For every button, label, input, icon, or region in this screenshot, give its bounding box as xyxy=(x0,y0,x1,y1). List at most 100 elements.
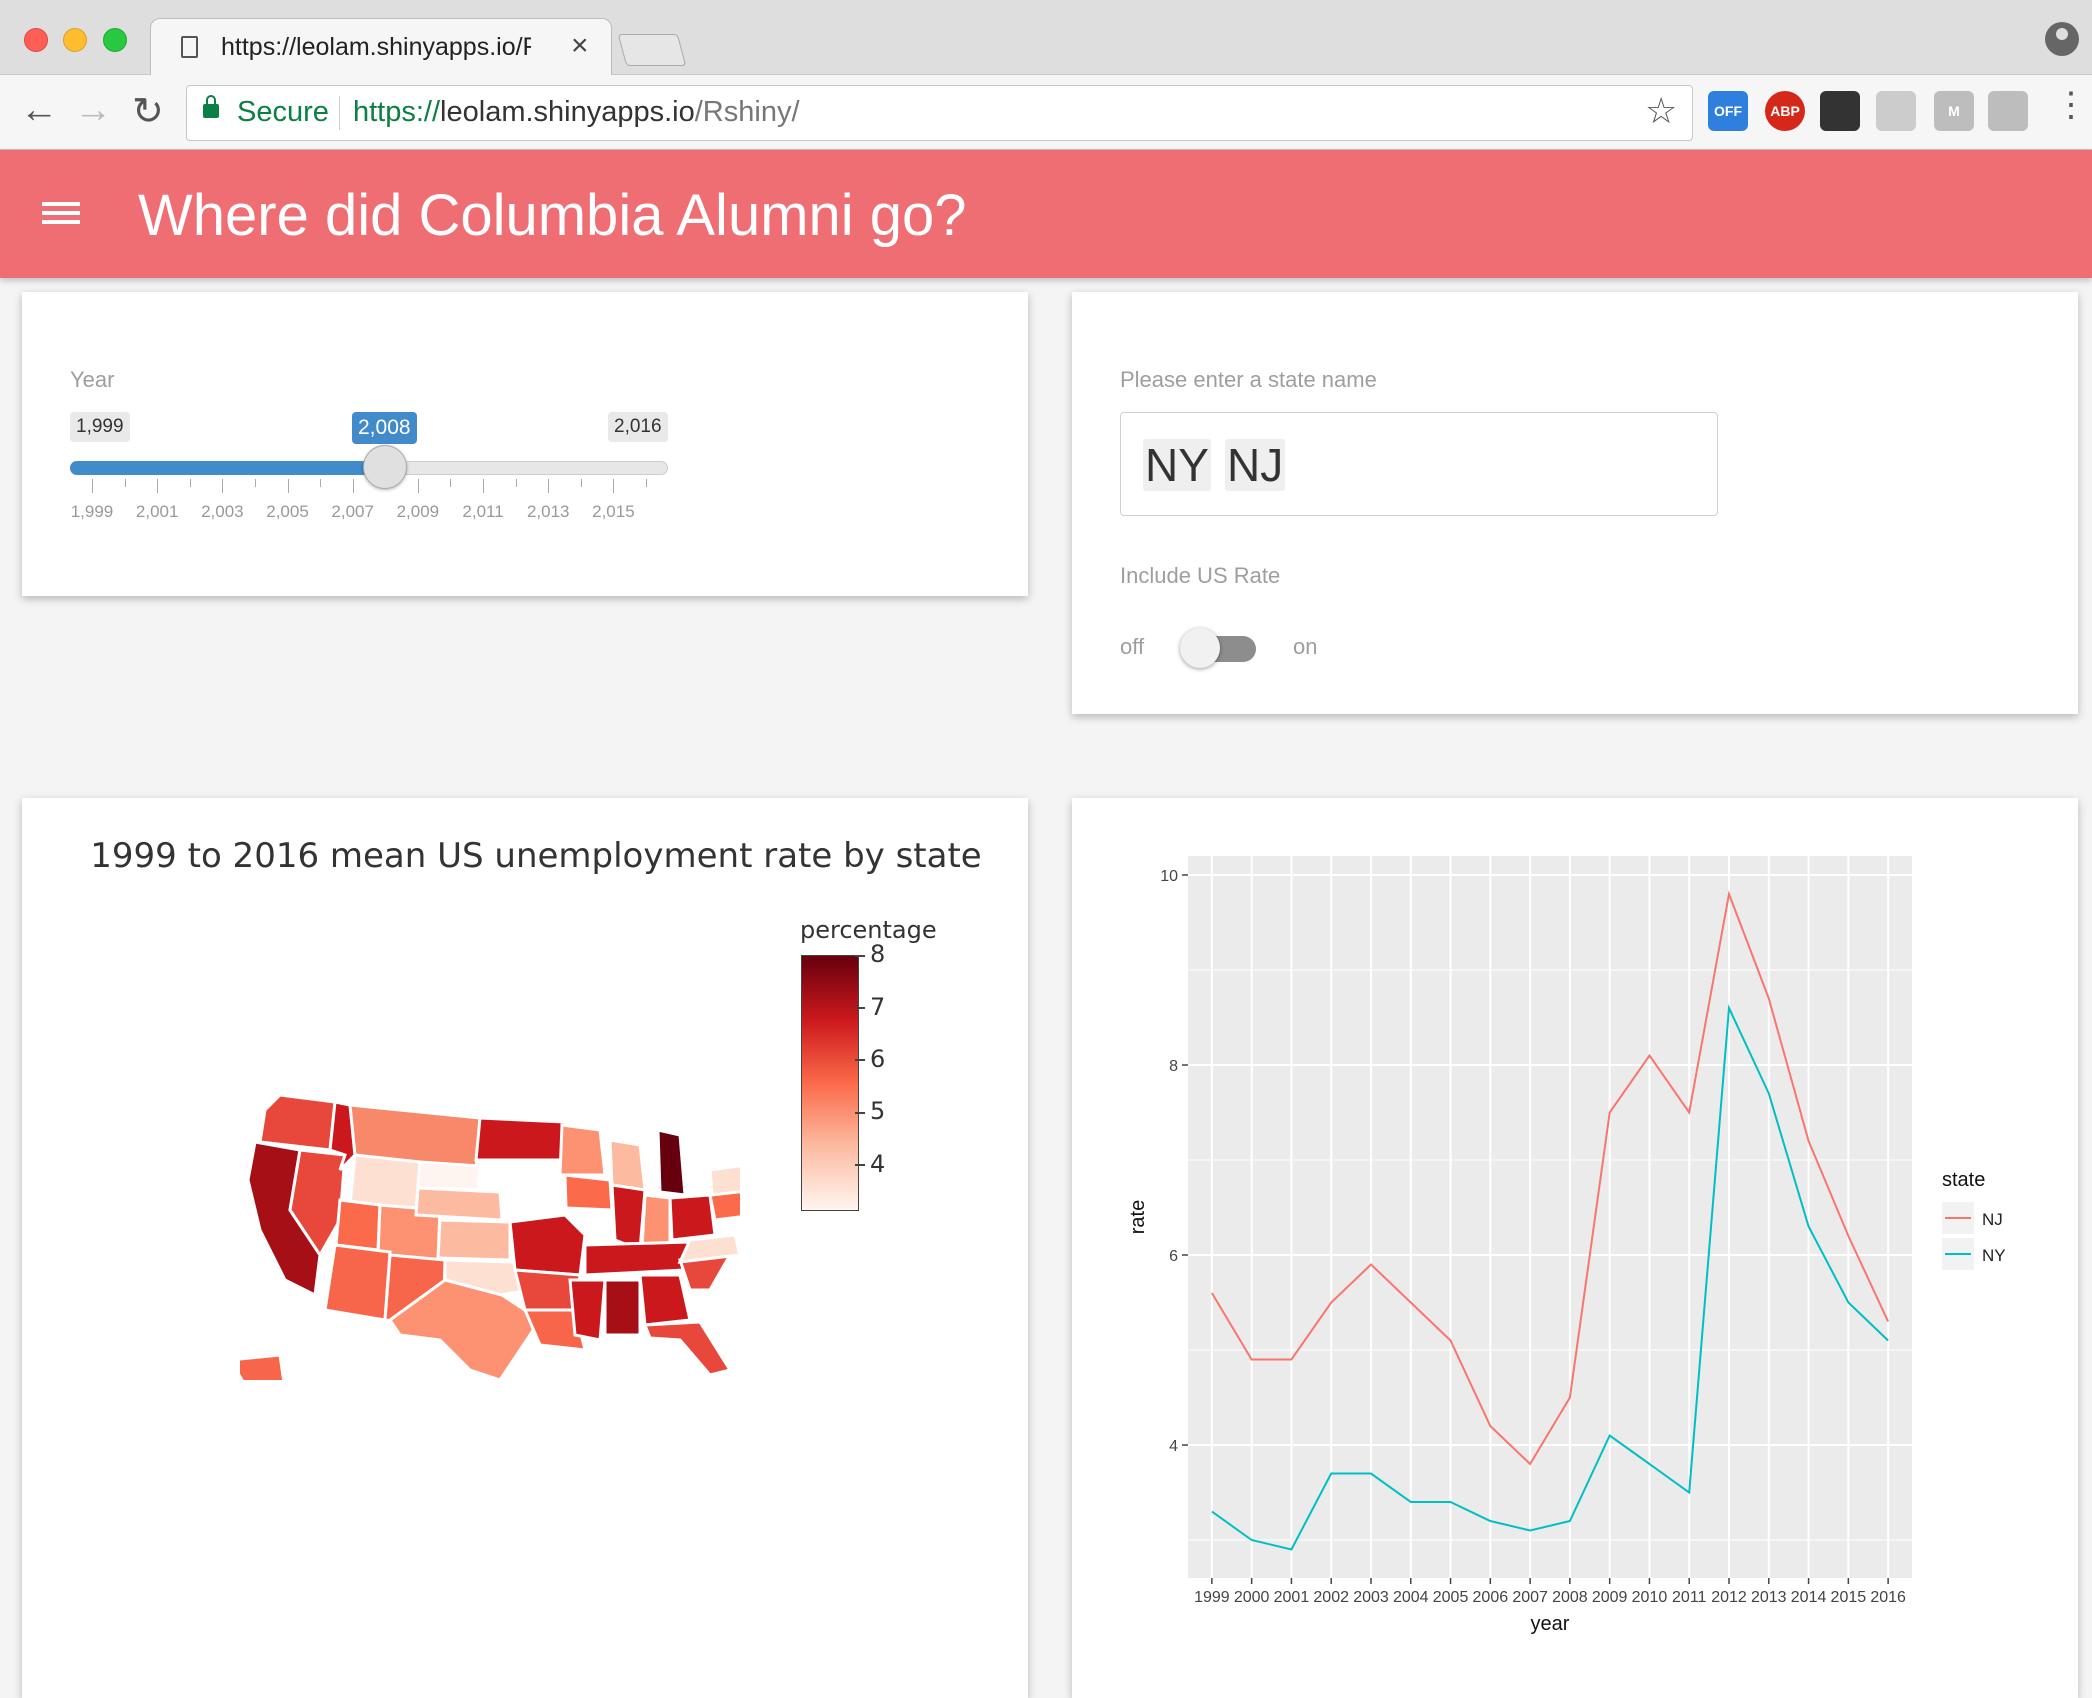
state-florida xyxy=(642,1320,733,1377)
colorbar-tick xyxy=(855,1112,865,1114)
state-arizona xyxy=(323,1243,392,1322)
x-tick-label: 1999 xyxy=(1194,1589,1230,1606)
state-kansas xyxy=(436,1218,512,1262)
slider-min-label: 1,999 xyxy=(70,412,130,442)
app-header: Where did Columbia Alumni go? xyxy=(0,150,2092,278)
x-tick-label: 2004 xyxy=(1393,1589,1429,1606)
state-north-dakota xyxy=(474,1116,567,1162)
extension-icon[interactable]: M xyxy=(1934,91,1974,131)
state-nebraska xyxy=(414,1186,504,1222)
state-iowa xyxy=(563,1173,614,1212)
slider-tick-label: 2,001 xyxy=(135,502,179,521)
reload-icon[interactable]: ↻ xyxy=(132,89,164,134)
slider-tick xyxy=(580,479,582,487)
slider-tick xyxy=(450,479,452,487)
y-tick-label: 10 xyxy=(1160,868,1178,885)
x-tick-label: 2015 xyxy=(1831,1589,1867,1606)
back-arrow-icon[interactable]: ← xyxy=(20,89,58,132)
x-tick-label: 2003 xyxy=(1353,1589,1389,1606)
close-window-button[interactable] xyxy=(24,28,48,52)
colorbar-tick xyxy=(855,1007,865,1009)
extension-icon[interactable]: ABP xyxy=(1765,91,1805,131)
slider-tick xyxy=(320,479,322,487)
url-scheme: https:// xyxy=(353,96,441,128)
extension-icon[interactable] xyxy=(1876,91,1916,131)
colorbar-title: percentage xyxy=(800,916,937,944)
state-select-input[interactable]: NY NJ xyxy=(1120,412,1718,516)
page-icon xyxy=(181,36,198,58)
slider-tick xyxy=(222,479,224,493)
slider-tick-label: 2,015 xyxy=(592,502,635,521)
slider-tick-label: 2,007 xyxy=(331,502,374,521)
page-title: Where did Columbia Alumni go? xyxy=(138,183,967,248)
colorbar-tick xyxy=(855,955,865,957)
x-axis-label: year xyxy=(1531,1613,1570,1635)
x-tick-label: 2014 xyxy=(1791,1589,1827,1606)
slider-tick xyxy=(417,479,419,493)
state-new-york xyxy=(708,1164,740,1197)
us-choropleth-map[interactable] xyxy=(240,1080,740,1380)
tab-close-icon[interactable]: × xyxy=(571,29,589,63)
minimize-window-button[interactable] xyxy=(63,28,87,52)
state-wisconsin xyxy=(608,1138,647,1192)
slider-tick xyxy=(287,479,289,493)
colorbar-label-5: 5 xyxy=(870,1097,886,1125)
address-bar[interactable]: Secure https://leolam.shinyapps.io/Rshin… xyxy=(186,85,1693,141)
bookmark-star-icon[interactable]: ☆ xyxy=(1645,90,1677,132)
state-mississippi xyxy=(568,1278,607,1342)
toggle-on-label: on xyxy=(1293,634,1318,659)
browser-toolbar: ← → ↻ Secure https://leolam.shinyapps.io… xyxy=(0,75,2092,150)
state-token-nj[interactable]: NJ xyxy=(1225,439,1286,491)
slider-tick xyxy=(613,479,615,493)
slider-tick-label: 2,003 xyxy=(201,502,244,521)
state-north-carolina-virginia xyxy=(677,1233,740,1264)
url-host: leolam.shinyapps.io xyxy=(440,96,695,128)
x-tick-label: 2008 xyxy=(1552,1589,1588,1606)
state-georgia xyxy=(638,1273,692,1327)
extension-icon[interactable] xyxy=(1988,91,2028,131)
new-tab-button[interactable] xyxy=(617,34,687,66)
state-utah xyxy=(334,1198,382,1252)
us-rate-toggle-knob[interactable] xyxy=(1180,628,1220,668)
y-axis-label: rate xyxy=(1127,1200,1149,1234)
slider-tick-label: 2,011 xyxy=(462,502,504,521)
year-slider-handle[interactable] xyxy=(363,445,408,489)
state-michigan xyxy=(656,1128,687,1197)
hamburger-menu-icon[interactable] xyxy=(42,202,80,224)
plot-panel xyxy=(1188,856,1912,1578)
x-tick-label: 2007 xyxy=(1512,1589,1548,1606)
include-us-rate-label: Include US Rate xyxy=(1120,563,1281,588)
zoom-window-button[interactable] xyxy=(103,28,127,52)
profile-icon[interactable] xyxy=(2045,22,2079,56)
colorbar-label-7: 7 xyxy=(870,993,886,1021)
slider-tick xyxy=(254,479,256,487)
x-tick-label: 2002 xyxy=(1313,1589,1349,1606)
x-tick-label: 2009 xyxy=(1592,1589,1628,1606)
slider-tick xyxy=(483,479,485,493)
slider-tick-label: 2,005 xyxy=(266,502,309,521)
slider-tick-label: 2,009 xyxy=(396,502,440,521)
state-token-ny[interactable]: NY xyxy=(1143,439,1211,491)
slider-tick xyxy=(189,479,191,487)
x-tick-label: 2013 xyxy=(1751,1589,1787,1606)
browser-tab-strip: https://leolam.shinyapps.io/Rshiny/ × xyxy=(0,0,2092,77)
unemployment-line-chart[interactable]: 468101999 2000 2001 2002 2003 2004 2005 2006 200… xyxy=(1072,798,2078,1686)
state-south-dakota xyxy=(416,1160,482,1192)
slider-tick xyxy=(124,479,126,487)
extension-icon[interactable]: OFF xyxy=(1708,91,1748,131)
lock-icon xyxy=(203,95,219,118)
y-tick-label: 6 xyxy=(1169,1248,1178,1265)
browser-tab[interactable]: https://leolam.shinyapps.io/Rshiny/ × xyxy=(150,18,612,77)
url-text[interactable]: https://leolam.shinyapps.io/Rshiny/ xyxy=(353,96,800,129)
state-washington-oregon xyxy=(258,1093,337,1152)
x-tick-label: 2011 xyxy=(1672,1589,1707,1606)
slider-tick-label: 2,013 xyxy=(526,502,570,521)
menu-dots-icon[interactable]: ⋮ xyxy=(2054,85,2088,125)
x-tick-label: 2016 xyxy=(1870,1589,1906,1606)
forward-arrow-icon[interactable]: → xyxy=(74,89,112,132)
extension-icon[interactable] xyxy=(1820,91,1860,131)
slider-tick xyxy=(515,479,517,487)
state-alaska xyxy=(240,1353,286,1380)
legend-label-nj: NJ xyxy=(1982,1210,2003,1229)
colorbar-label-8: 8 xyxy=(870,940,886,968)
